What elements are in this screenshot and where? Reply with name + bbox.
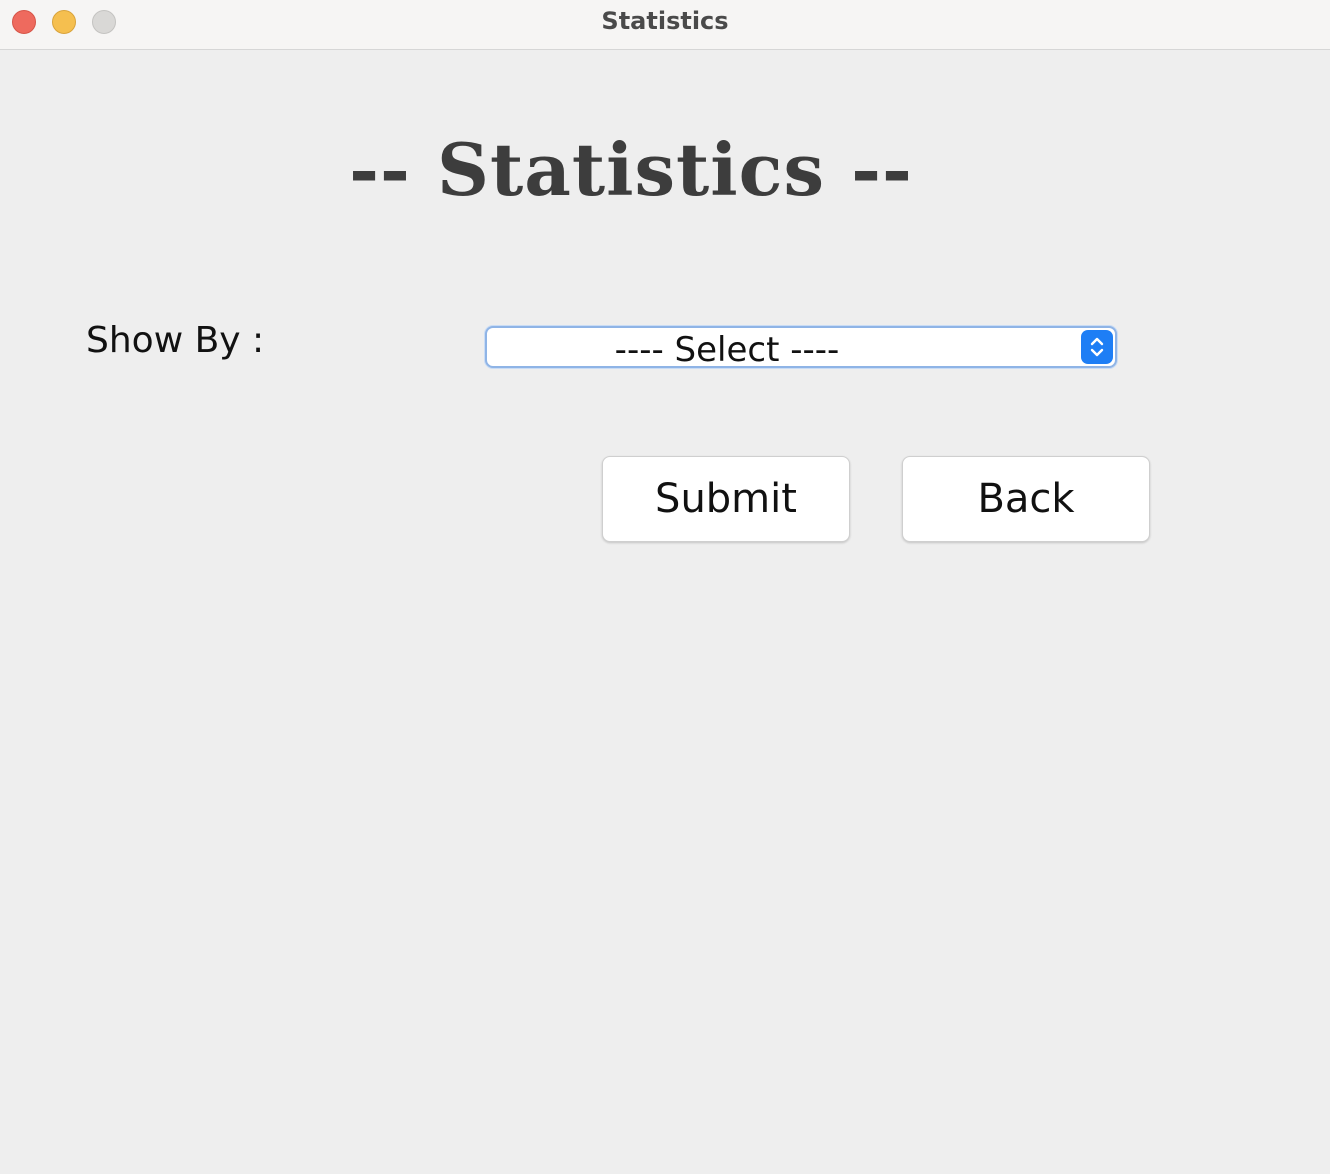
show-by-label: Show By :: [86, 320, 265, 361]
show-by-select-value: ---- Select ----: [614, 330, 840, 370]
page-heading: -- Statistics --: [349, 127, 913, 212]
statistics-window: Statistics -- Statistics -- Show By : --…: [0, 0, 1330, 1174]
select-stepper[interactable]: [1081, 330, 1113, 364]
chevron-up-down-icon: [1090, 337, 1104, 357]
back-button[interactable]: Back: [902, 456, 1150, 542]
title-bar: Statistics: [0, 0, 1330, 50]
show-by-select[interactable]: ---- Select ----: [485, 326, 1117, 370]
window-title: Statistics: [601, 7, 729, 35]
submit-button[interactable]: Submit: [602, 456, 850, 542]
